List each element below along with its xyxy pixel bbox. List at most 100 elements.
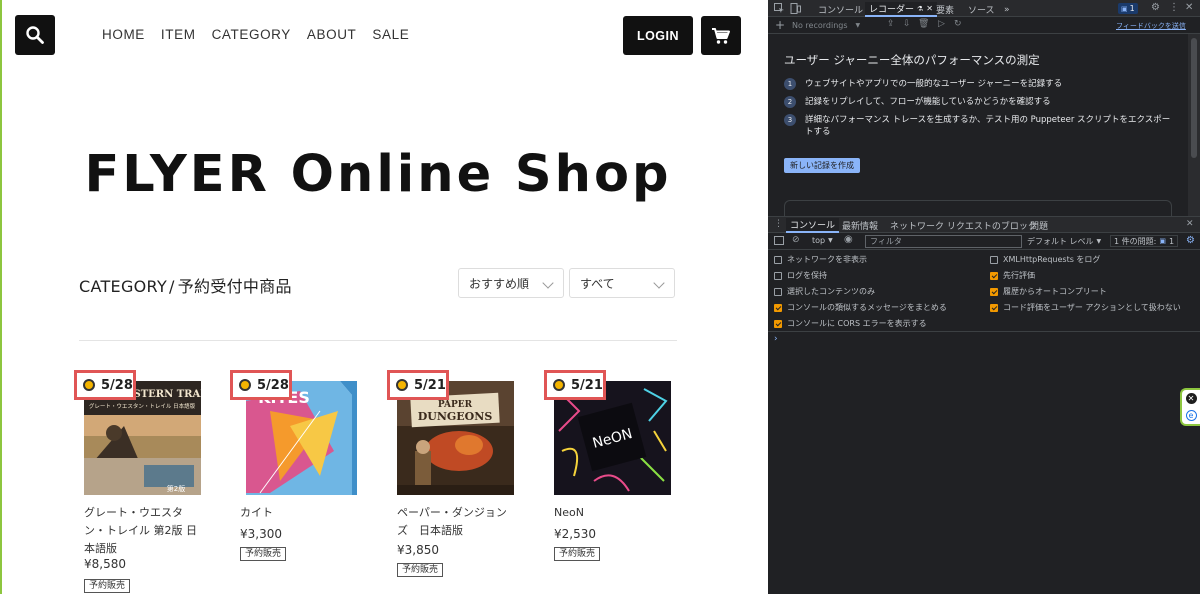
checkbox[interactable]: [990, 287, 998, 296]
nav-about[interactable]: ABOUT: [307, 27, 357, 42]
product-name[interactable]: ペーパー・ダンジョンズ 日本語版: [397, 504, 515, 540]
gear-icon[interactable]: ⚙: [1151, 2, 1160, 13]
nav-home[interactable]: HOME: [102, 27, 145, 42]
tab-sources[interactable]: ソース: [964, 2, 999, 17]
nav-item[interactable]: ITEM: [161, 27, 196, 42]
edge-logo-icon[interactable]: e: [1185, 410, 1197, 421]
sort-select-value: おすすめ順: [469, 276, 530, 291]
flask-icon: ⚗: [917, 4, 924, 13]
option-preserve-log[interactable]: ログを保持: [774, 270, 827, 281]
hero-title: FLYER Online Shop: [84, 145, 672, 204]
add-recording-icon[interactable]: +: [775, 18, 785, 32]
product-name[interactable]: グレート・ウエスタン・トレイル 第2版 日本語版: [84, 504, 202, 558]
drawer-tab-whats-new[interactable]: 最新情報: [838, 218, 882, 233]
stopwatch-icon: [239, 379, 251, 391]
kebab-menu-icon[interactable]: ⋮: [1169, 2, 1179, 13]
checkbox[interactable]: [774, 271, 782, 280]
shop-page: HOME ITEM CATEGORY ABOUT SALE LOGIN FLYE…: [0, 0, 768, 594]
close-widget-icon[interactable]: ✕: [1185, 393, 1197, 404]
delete-icon[interactable]: 🗑: [918, 19, 929, 29]
stopwatch-icon: [396, 379, 408, 391]
box-subtitle-text: グレート・ウエスタン・トレイル 日本語版: [89, 402, 196, 410]
more-tabs-button[interactable]: »: [1000, 2, 1014, 17]
console-issues-button[interactable]: 1 件の問題: ▣ 1: [1110, 235, 1179, 247]
sidebar-toggle-icon[interactable]: [774, 236, 784, 245]
category-heading: CATEGORY / 予約受付中商品: [79, 273, 292, 297]
feedback-link[interactable]: フィードバックを送信: [1116, 21, 1186, 31]
filter-select-value: すべて: [580, 276, 615, 291]
issues-counter[interactable]: ▣ 1: [1118, 3, 1138, 14]
drawer-tab-request-blocking[interactable]: ネットワーク リクエストのブロック: [886, 218, 1041, 233]
checkbox[interactable]: [774, 287, 782, 296]
import-icon[interactable]: ⇩: [903, 19, 911, 29]
nav-sale[interactable]: SALE: [372, 27, 409, 42]
filter-select[interactable]: すべて: [569, 268, 675, 298]
option-autocomplete-history[interactable]: 履歴からオートコンプリート: [990, 286, 1107, 297]
option-show-cors-errors[interactable]: コンソールに CORS エラーを表示する: [774, 318, 927, 329]
checkbox[interactable]: [774, 303, 782, 312]
tab-recorder-label: レコーダー: [869, 5, 915, 15]
clear-console-icon[interactable]: ⊘: [792, 235, 800, 245]
device-toolbar-icon[interactable]: [790, 3, 801, 14]
cart-button[interactable]: [701, 16, 741, 55]
filter-placeholder: フィルタ: [870, 237, 902, 246]
checkbox[interactable]: [990, 271, 998, 280]
play-icon[interactable]: ▷: [938, 19, 945, 29]
checkbox[interactable]: [774, 255, 782, 264]
tab-recorder[interactable]: レコーダー ⚗ ✕: [865, 2, 937, 17]
product-name[interactable]: カイト: [240, 504, 358, 522]
export-icon[interactable]: ⇪: [887, 19, 895, 29]
recorder-scrollbar[interactable]: [1188, 34, 1200, 216]
checkbox[interactable]: [990, 303, 998, 312]
browser-side-widget[interactable]: ✕ e: [1180, 388, 1200, 426]
page-edge-accent: [0, 0, 2, 594]
drawer-tab-issues[interactable]: 問題: [1026, 218, 1052, 233]
tab-elements[interactable]: 要素: [932, 2, 958, 17]
recordings-select[interactable]: No recordings ▼: [792, 20, 882, 31]
console-settings-icon[interactable]: ⚙: [1186, 235, 1195, 246]
replay-icon[interactable]: ↻: [954, 19, 962, 29]
option-label: 選択したコンテンツのみ: [787, 287, 875, 296]
chevron-down-icon: ▼: [1096, 238, 1102, 245]
checkbox[interactable]: [774, 319, 782, 328]
scrollbar-thumb[interactable]: [1191, 38, 1197, 158]
category-separator: /: [169, 277, 175, 296]
close-drawer-icon[interactable]: ✕: [1186, 219, 1194, 229]
context-select[interactable]: top ▼: [812, 236, 833, 245]
option-group-similar[interactable]: コンソールの類似するメッセージをまとめる: [774, 302, 947, 313]
release-date-badge: 5/21: [544, 370, 606, 400]
new-recording-button[interactable]: 新しい記録を作成: [784, 158, 860, 173]
drawer-menu-icon[interactable]: ⋮: [774, 219, 783, 229]
inspect-element-icon[interactable]: [774, 3, 785, 14]
tab-console[interactable]: コンソール: [814, 2, 867, 17]
log-level-select[interactable]: デフォルト レベル ▼: [1027, 236, 1101, 247]
cart-icon: [712, 27, 730, 44]
nav-category[interactable]: CATEGORY: [212, 27, 291, 42]
console-issues-label: 1 件の問題:: [1114, 236, 1157, 246]
option-hide-network[interactable]: ネットワークを非表示: [774, 254, 867, 265]
box-edition-text: 第2版: [167, 484, 185, 493]
eye-icon[interactable]: ◉: [844, 234, 853, 245]
option-log-xhr[interactable]: XMLHttpRequests をログ: [990, 254, 1100, 265]
option-eager-evaluation[interactable]: 先行評価: [990, 270, 1035, 281]
product-price: ¥8,580: [84, 557, 126, 571]
option-selected-context-only[interactable]: 選択したコンテンツのみ: [774, 286, 875, 297]
category-label: CATEGORY: [79, 277, 168, 296]
step-number: 3: [784, 114, 796, 126]
drawer-tab-console[interactable]: コンソール: [786, 218, 840, 233]
login-button[interactable]: LOGIN: [623, 16, 693, 55]
option-user-activation-eval[interactable]: コード評価をユーザー アクションとして扱わない: [990, 302, 1181, 313]
checkbox[interactable]: [990, 255, 998, 264]
recorder-toolbar: + No recordings ▼ ⇪ ⇩ 🗑 ▷ ↻ フィードバックを送信: [768, 17, 1200, 34]
sort-select[interactable]: おすすめ順: [458, 268, 564, 298]
option-label: コンソールの類似するメッセージをまとめる: [787, 303, 947, 312]
console-prompt[interactable]: ›: [774, 334, 778, 344]
context-select-value: top: [812, 236, 826, 245]
product-name[interactable]: NeoN: [554, 504, 672, 522]
issues-count: 1: [1129, 4, 1135, 13]
search-button[interactable]: [15, 15, 55, 55]
close-devtools-icon[interactable]: ✕: [1185, 2, 1193, 13]
console-filter-input[interactable]: フィルタ: [865, 235, 1022, 248]
stopwatch-icon: [553, 379, 565, 391]
recorder-landing: ユーザー ジャーニー全体のパフォーマンスの測定 1 ウェブサイトやアプリでの一般…: [768, 34, 1188, 218]
